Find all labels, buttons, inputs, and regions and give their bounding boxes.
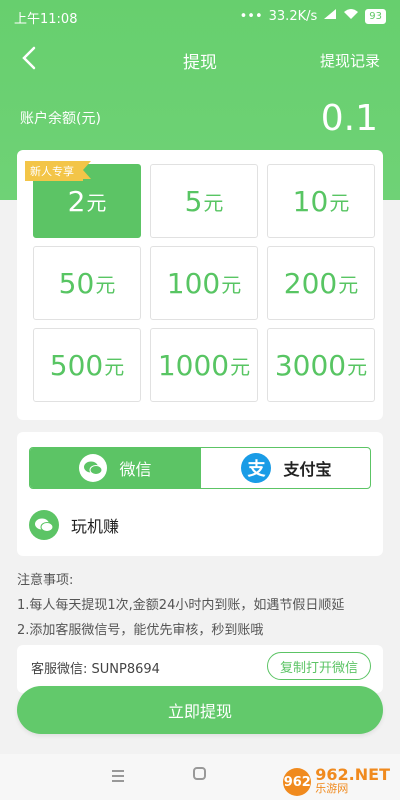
account-name: 玩机赚 [71,517,120,536]
withdraw-button[interactable]: 立即提现 [17,686,383,734]
notice-title: 注意事项: [17,573,74,588]
withdraw-history-link[interactable]: 提现记录 [320,50,380,71]
amount-unit: 元 [95,272,116,297]
amount-grid: 2 元 5 元 10 元 50 元 100 元 200 元 500 元 1000 元 3000 元 [17,150,383,420]
notice-line: 2.添加客服微信号，能优先审核，秒到账哦 [17,623,264,638]
balance-value: 0.1 [320,98,378,139]
account-row: 玩机赚 [29,510,119,540]
copy-open-wechat-button[interactable]: 复制打开微信 [266,652,371,680]
dots-icon: ••• [239,8,263,24]
wechat-label: 微信 [119,460,152,479]
nav-bar: 提现 提现记录 [0,42,400,78]
amount-unit: 元 [338,272,359,297]
amount-value: 100 [166,266,221,300]
payment-toggle: 微信 支 支付宝 [29,447,371,489]
amount-value: 2 [67,184,86,218]
amount-option[interactable]: 3000 元 [267,328,375,402]
wechat-account-icon [29,510,59,540]
watermark-bottom: 乐游网 [315,782,349,795]
amount-option[interactable]: 50 元 [33,246,141,320]
amount-unit: 元 [347,354,368,379]
menu-nav-icon[interactable] [110,768,126,782]
amount-card: 新人专享 2 元 5 元 10 元 50 元 100 元 200 元 500 元 1000 元 3000 元 [17,150,383,420]
amount-option[interactable]: 500 元 [33,328,141,402]
amount-unit: 元 [329,190,350,215]
payment-card: 微信 支 支付宝 玩机赚 [17,432,383,556]
notice-section: 注意事项: 1.每人每天提现1次,金额24小时内到账，如遇节假日顺延 2.添加客… [17,568,344,643]
balance-label: 账户余额(元) [20,111,101,127]
amount-unit: 元 [230,354,251,379]
amount-value: 1000 [157,348,230,382]
watermark-text: 962.NET 乐游网 [315,765,390,796]
amount-option[interactable]: 100 元 [150,246,258,320]
amount-option[interactable]: 200 元 [267,246,375,320]
network-speed: 33.2K/s [268,8,318,24]
amount-option[interactable]: 10 元 [267,164,375,238]
watermark: 962 962.NET 乐游网 [283,765,390,796]
watermark-top: 962.NET [315,765,390,784]
amount-unit: 元 [203,190,224,215]
status-right: ••• 33.2K/s 93 [240,8,386,24]
system-nav-bar: 962 962.NET 乐游网 [0,754,400,800]
amount-value: 200 [283,266,338,300]
status-time: 上午11:08 [14,12,78,27]
signal-icon [323,8,337,24]
amount-value: 10 [292,184,329,218]
wechat-icon [79,454,108,482]
amount-unit: 元 [104,354,125,379]
amount-value: 50 [58,266,95,300]
notice-line: 1.每人每天提现1次,金额24小时内到账，如遇节假日顺延 [17,598,345,613]
status-bar: 上午11:08 ••• 33.2K/s 93 [0,0,400,32]
amount-unit: 元 [86,190,107,215]
service-wechat-id: 客服微信: SUNP8694 [31,662,160,677]
amount-value: 500 [49,348,104,382]
home-nav-icon[interactable] [193,767,206,780]
amount-value: 5 [184,184,203,218]
watermark-logo: 962 [283,768,312,796]
amount-unit: 元 [221,272,242,297]
alipay-option[interactable]: 支 支付宝 [201,448,370,488]
amount-option[interactable]: 5元 [150,164,258,238]
amount-value: 3000 [274,348,347,382]
alipay-label: 支付宝 [283,460,332,479]
new-user-badge: 新人专享 [25,161,91,181]
wechat-option[interactable]: 微信 [30,448,201,488]
alipay-icon: 支 [241,453,272,483]
amount-option[interactable]: 1000 元 [150,328,258,402]
battery-icon: 93 [365,8,386,24]
wifi-icon [343,8,359,24]
